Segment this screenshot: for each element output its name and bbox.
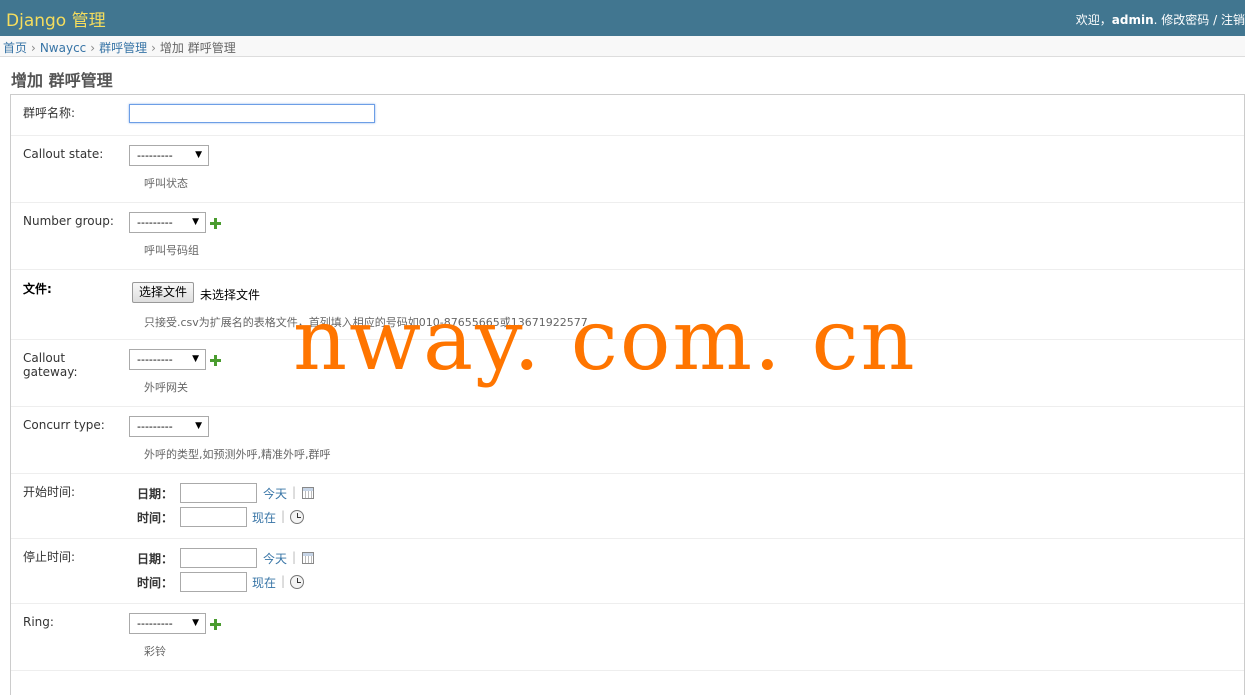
ring-help: 彩铃 — [144, 645, 166, 658]
add-icon[interactable] — [210, 218, 221, 229]
stop-now-link[interactable]: 现在 — [252, 574, 276, 591]
site-header: Django 管理 欢迎，admin. 修改密码 / 注销 — [0, 0, 1245, 36]
start-date-input[interactable] — [180, 483, 257, 503]
dropdown-arrow-icon: ▼ — [192, 354, 199, 364]
callout-gateway-help: 外呼网关 — [144, 381, 188, 394]
number-group-label: Number group: — [23, 214, 114, 228]
callout-gateway-selected: --------- — [137, 353, 173, 366]
ring-selected: --------- — [137, 617, 173, 630]
concurr-type-select[interactable]: --------- ▼ — [129, 416, 209, 437]
callout-gateway-select[interactable]: --------- ▼ — [129, 349, 206, 370]
start-date-label: 日期： — [137, 487, 174, 501]
breadcrumb-home[interactable]: 首页 — [3, 41, 27, 55]
page-title: 增加 群呼管理 — [11, 71, 113, 90]
link-separator: | — [281, 509, 286, 523]
stop-time-input[interactable] — [180, 572, 247, 592]
link-separator: | — [281, 574, 286, 588]
clock-icon[interactable] — [290, 510, 304, 524]
calendar-icon[interactable] — [302, 487, 314, 499]
breadcrumb-app[interactable]: Nwaycc — [40, 41, 86, 55]
number-group-help: 呼叫号码组 — [144, 244, 199, 257]
logout-link[interactable]: 注销 — [1221, 13, 1245, 27]
add-icon[interactable] — [210, 619, 221, 630]
start-time-sub-label: 时间： — [137, 511, 174, 525]
concurr-type-help: 外呼的类型,如预测外呼,精准外呼,群呼 — [144, 448, 331, 461]
stop-time-label: 停止时间: — [23, 550, 76, 564]
change-password-link[interactable]: 修改密码 — [1161, 13, 1209, 27]
start-today-link[interactable]: 今天 — [263, 485, 287, 502]
breadcrumb-model[interactable]: 群呼管理 — [99, 41, 147, 55]
form-row-stop-time: 停止时间: 日期： 今天 | 时间： 现在 | — [11, 539, 1244, 604]
form-row-callout-state: Callout state: --------- ▼ 呼叫状态 — [11, 136, 1244, 203]
form-row-start-time: 开始时间: 日期： 今天 | 时间： 现在 | — [11, 474, 1244, 539]
start-time-label: 开始时间: — [23, 485, 76, 499]
form-row-ring: Ring: --------- ▼ 彩铃 — [11, 604, 1244, 671]
add-icon[interactable] — [210, 355, 221, 366]
dropdown-arrow-icon: ▼ — [192, 618, 199, 628]
clock-icon[interactable] — [290, 575, 304, 589]
choose-file-button[interactable]: 选择文件 — [132, 282, 195, 303]
dropdown-arrow-icon: ▼ — [192, 217, 199, 227]
start-now-link[interactable]: 现在 — [252, 509, 276, 526]
stop-time-sub-label: 时间： — [137, 576, 174, 590]
site-branding[interactable]: Django 管理 — [6, 6, 106, 31]
callout-gateway-label-line2: gateway: — [23, 365, 78, 379]
form-row-file: 文件: 选择文件 未选择文件 只接受.csv为扩展名的表格文件，首列填入相应的号… — [11, 270, 1244, 340]
dropdown-arrow-icon: ▼ — [195, 421, 202, 431]
calendar-icon[interactable] — [302, 552, 314, 564]
add-form: 群呼名称: Callout state: --------- ▼ 呼叫状态 Nu… — [10, 94, 1245, 695]
file-help: 只接受.csv为扩展名的表格文件，首列填入相应的号码如010-87655665或… — [144, 316, 588, 329]
file-status: 未选择文件 — [200, 288, 261, 302]
callout-state-help: 呼叫状态 — [144, 177, 188, 190]
name-input[interactable] — [129, 104, 375, 123]
callout-gateway-label-line1: Callout — [23, 351, 66, 365]
callout-state-select[interactable]: --------- ▼ — [129, 145, 209, 166]
form-row-callout-gateway: Callout gateway: --------- ▼ 外呼网关 — [11, 340, 1244, 407]
user-tools-separator: / — [1213, 13, 1218, 27]
concurr-type-selected: --------- — [137, 420, 173, 433]
form-row-number-group: Number group: --------- ▼ 呼叫号码组 — [11, 203, 1244, 270]
link-separator: | — [292, 485, 297, 499]
user-tools: 欢迎，admin. 修改密码 / 注销 — [1075, 13, 1245, 27]
username: admin — [1111, 13, 1154, 27]
breadcrumb-separator: › — [90, 41, 96, 55]
stop-date-label: 日期： — [137, 552, 174, 566]
callout-state-selected: --------- — [137, 149, 173, 162]
file-label: 文件: — [23, 282, 52, 296]
breadcrumb-separator: › — [151, 41, 156, 55]
form-row-concurr-type: Concurr type: --------- ▼ 外呼的类型,如预测外呼,精准… — [11, 407, 1244, 474]
callout-state-label: Callout state: — [23, 147, 104, 161]
link-separator: | — [292, 550, 297, 564]
ring-label: Ring: — [23, 615, 54, 629]
number-group-select[interactable]: --------- ▼ — [129, 212, 206, 233]
ring-select[interactable]: --------- ▼ — [129, 613, 206, 634]
callout-gateway-label: Callout gateway: — [23, 351, 78, 379]
breadcrumb-separator: › — [31, 41, 36, 55]
dropdown-arrow-icon: ▼ — [195, 150, 202, 160]
stop-date-input[interactable] — [180, 548, 257, 568]
stop-today-link[interactable]: 今天 — [263, 550, 287, 567]
breadcrumb: 首页 › Nwaycc › 群呼管理 › 增加 群呼管理 — [0, 36, 1245, 57]
name-label: 群呼名称: — [23, 106, 76, 120]
form-row-name: 群呼名称: — [11, 95, 1244, 136]
number-group-selected: --------- — [137, 216, 173, 229]
welcome-text: 欢迎， — [1075, 13, 1112, 27]
concurr-type-label: Concurr type: — [23, 418, 105, 432]
breadcrumb-current: 增加 群呼管理 — [159, 41, 236, 55]
start-time-input[interactable] — [180, 507, 247, 527]
